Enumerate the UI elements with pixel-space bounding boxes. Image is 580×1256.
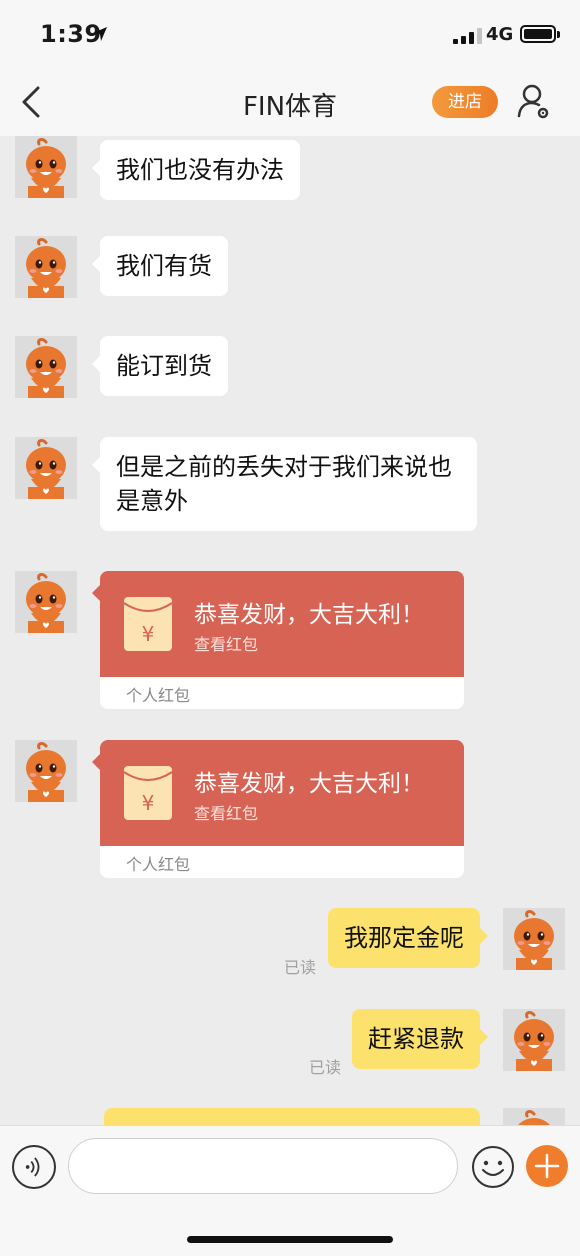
enter-store-button[interactable]: 进店 — [432, 86, 498, 118]
read-status: 已读 — [284, 958, 317, 977]
red-packet-action: 查看红包 — [194, 804, 259, 823]
red-packet-title: 恭喜发财，大吉大利！ — [194, 771, 424, 797]
my-message-bubble-partial[interactable] — [104, 1108, 480, 1125]
red-packet-label: 个人红包 — [126, 686, 191, 705]
red-packet-action: 查看红包 — [194, 635, 259, 654]
battery-icon — [520, 25, 560, 43]
shop-avatar[interactable] — [15, 740, 77, 802]
shop-avatar[interactable] — [15, 336, 77, 398]
my-avatar[interactable] — [503, 908, 565, 970]
shop-avatar[interactable] — [15, 437, 77, 499]
red-packet-card[interactable]: ¥ 恭喜发财，大吉大利！ 查看红包 个人红包 — [92, 740, 464, 878]
chat-area[interactable]: 我们也没有办法 我们有货 能订到货 但是之前的丢失对于我们来说也是意外 ¥ 恭喜… — [0, 136, 580, 1125]
message-input[interactable] — [68, 1138, 458, 1194]
voice-icon[interactable] — [12, 1145, 56, 1189]
my-avatar[interactable] — [503, 1108, 565, 1125]
status-bar: 1:39 4G — [0, 0, 580, 70]
nav-bar: FIN体育 进店 — [0, 70, 580, 136]
emoji-icon[interactable] — [471, 1145, 515, 1189]
red-packet-title: 恭喜发财，大吉大利！ — [194, 602, 424, 628]
home-indicator — [187, 1236, 393, 1243]
location-arrow-icon — [93, 27, 107, 41]
my-message-bubble[interactable]: 我那定金呢 — [328, 908, 488, 968]
network-type: 4G — [486, 24, 514, 45]
shop-avatar[interactable] — [15, 236, 77, 298]
shop-avatar[interactable] — [15, 571, 77, 633]
read-status: 已读 — [309, 1058, 342, 1077]
shop-avatar[interactable] — [15, 136, 77, 198]
plus-icon[interactable] — [526, 1145, 568, 1187]
red-envelope-icon: ¥ — [124, 597, 172, 651]
user-settings-icon[interactable] — [516, 82, 552, 122]
svg-text:¥: ¥ — [142, 791, 155, 815]
my-avatar[interactable] — [503, 1009, 565, 1071]
message-bubble[interactable]: 我们也没有办法 — [92, 140, 300, 200]
message-bubble[interactable]: 我们有货 — [92, 236, 228, 296]
cellular-signal-icon — [453, 28, 482, 44]
red-envelope-icon: ¥ — [124, 766, 172, 820]
svg-text:¥: ¥ — [142, 622, 155, 646]
red-packet-label: 个人红包 — [126, 855, 191, 874]
message-bubble[interactable]: 能订到货 — [92, 336, 228, 396]
red-packet-card[interactable]: ¥ 恭喜发财，大吉大利！ 查看红包 个人红包 — [92, 571, 464, 709]
input-bar — [0, 1125, 580, 1256]
my-message-bubble[interactable]: 赶紧退款 — [352, 1009, 488, 1069]
message-bubble[interactable]: 但是之前的丢失对于我们来说也是意外 — [92, 437, 477, 531]
